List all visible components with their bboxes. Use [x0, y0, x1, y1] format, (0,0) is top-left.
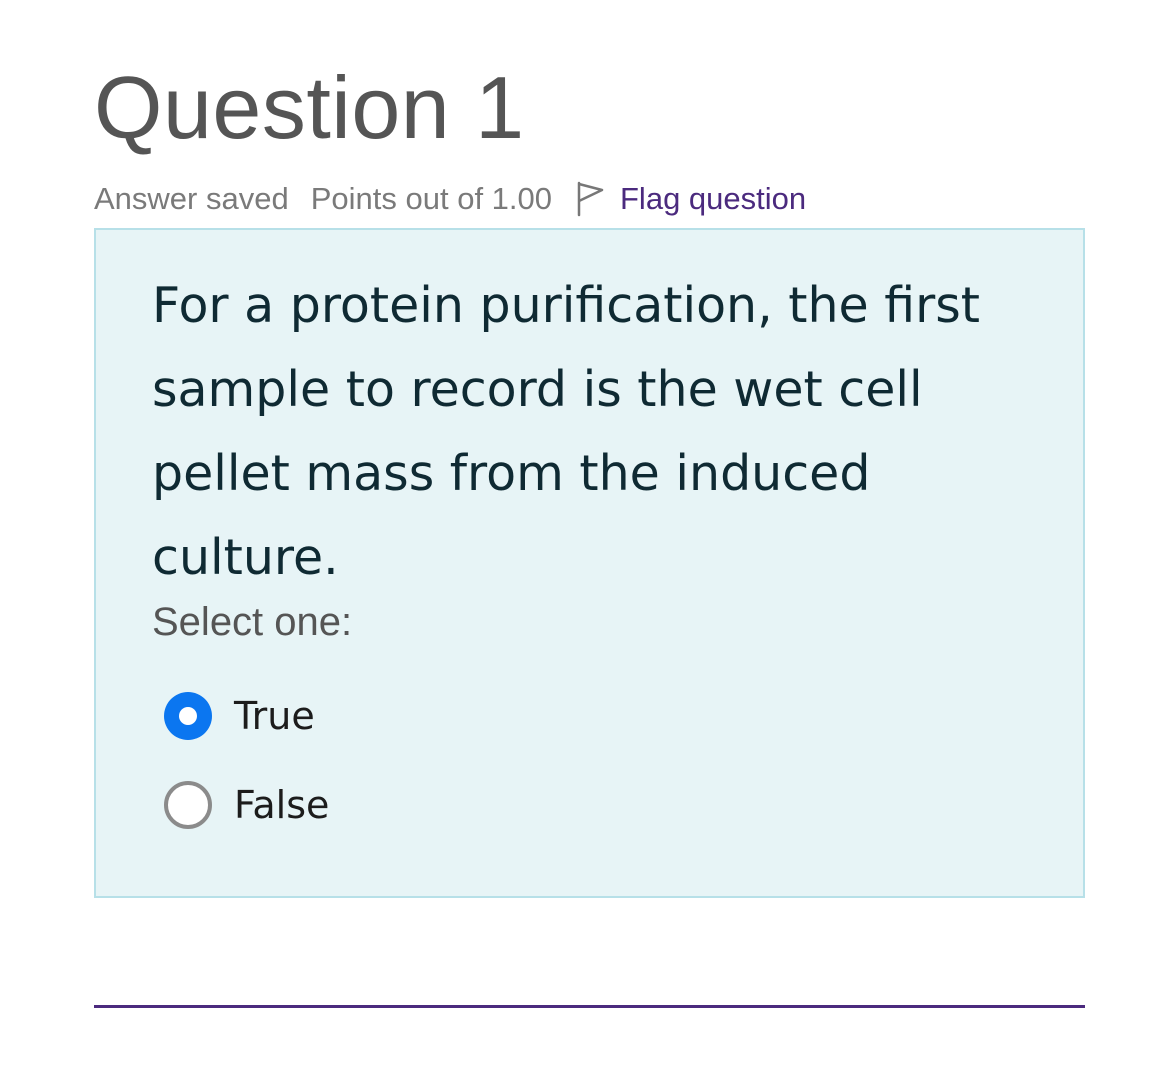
flag-question-link[interactable]: Flag question	[574, 181, 806, 217]
page-title: Question 1	[94, 58, 525, 157]
points-info: Points out of 1.00	[310, 181, 552, 216]
section-divider	[94, 1005, 1085, 1008]
answer-option-false[interactable]: False	[164, 781, 329, 829]
flag-question-label[interactable]: Flag question	[620, 181, 806, 217]
radio-true[interactable]	[164, 692, 212, 740]
question-content: For a protein purification, the first sa…	[94, 228, 1085, 898]
radio-false[interactable]	[164, 781, 212, 829]
option-label-false[interactable]: False	[234, 783, 329, 827]
question-info: Answer saved Points out of 1.00 Flag que…	[94, 178, 806, 220]
question-text: For a protein purification, the first sa…	[152, 277, 980, 586]
select-one-prompt: Select one:	[152, 600, 353, 644]
option-label-true[interactable]: True	[234, 694, 315, 738]
answer-status: Answer saved	[94, 181, 289, 216]
answer-option-true[interactable]: True	[164, 692, 315, 740]
flag-icon[interactable]	[574, 181, 606, 217]
